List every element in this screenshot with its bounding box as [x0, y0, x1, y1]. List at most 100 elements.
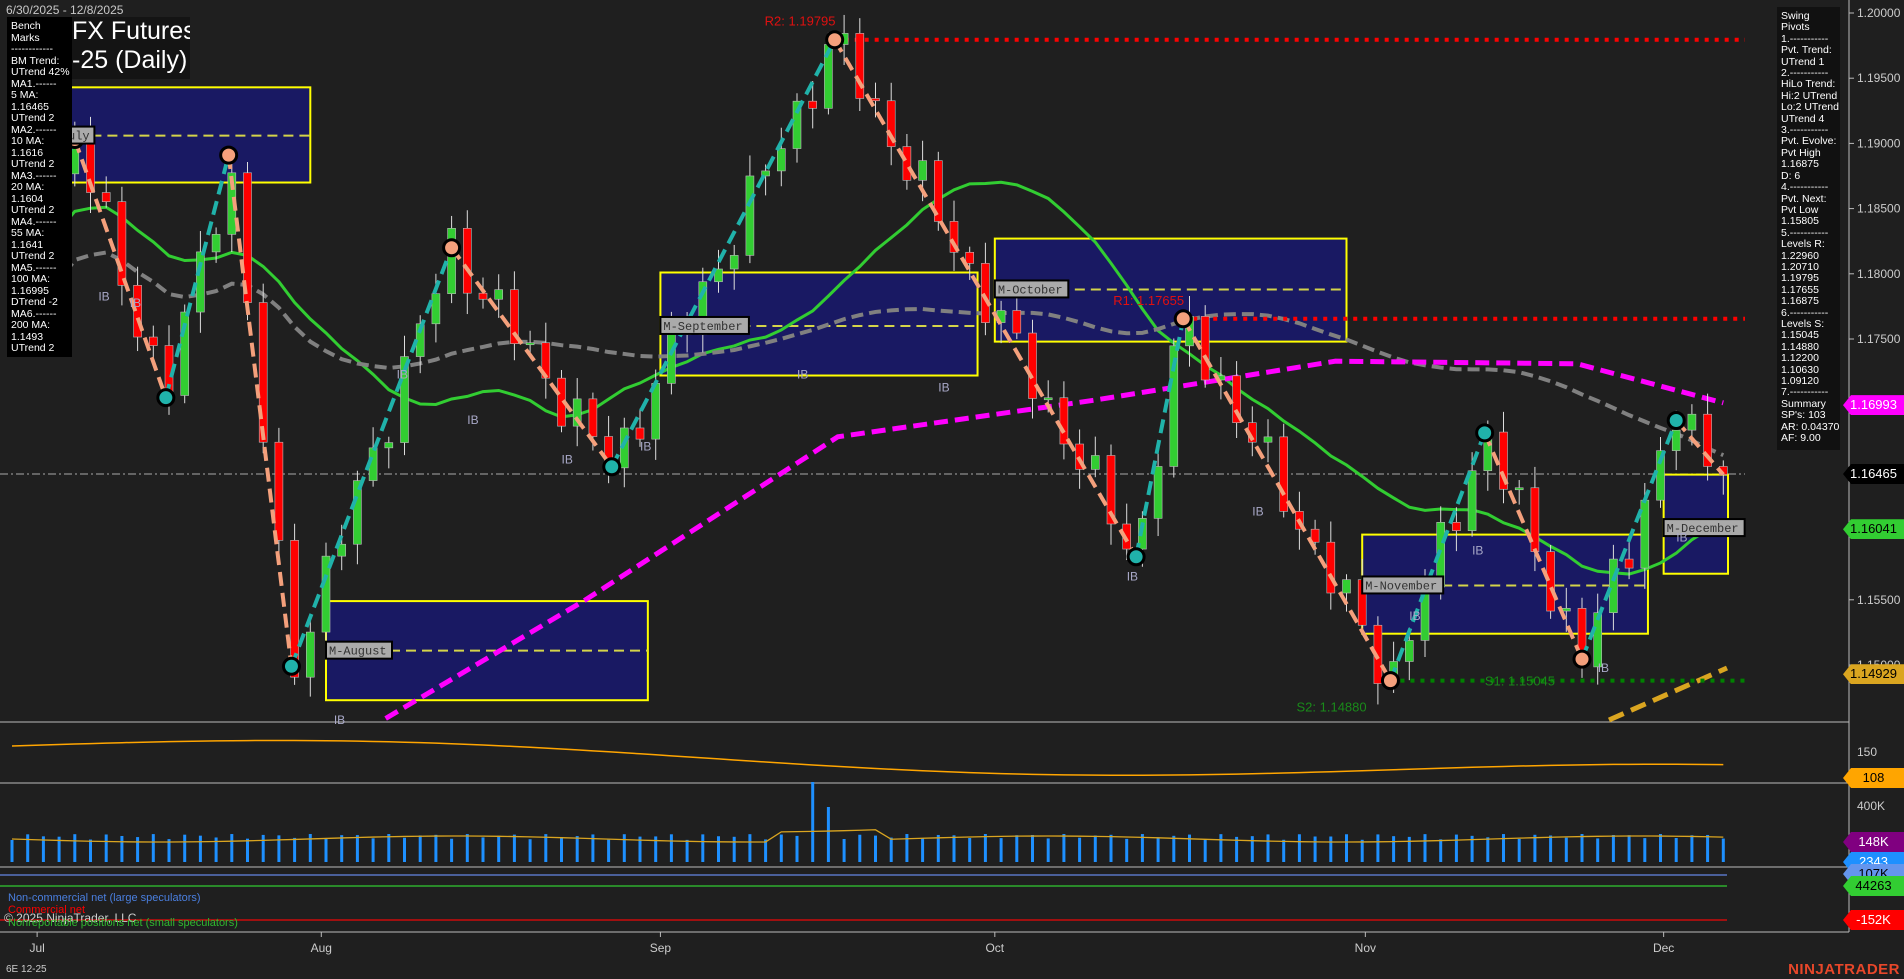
- swing-pivot-marker: [283, 658, 299, 674]
- date-range: 6/30/2025 - 12/8/2025: [6, 3, 123, 17]
- swing-pivot-marker: [444, 240, 460, 256]
- month-box-label: M-September: [660, 317, 749, 334]
- ib-label: IB: [397, 368, 408, 382]
- swing-pivot-marker: [1382, 673, 1398, 689]
- bench-marks-line: UTrend 2: [11, 343, 72, 355]
- x-tick-label: Dec: [1653, 941, 1674, 955]
- ib-label: IB: [1409, 609, 1420, 623]
- candle-body: [495, 290, 503, 300]
- candle-body: [1044, 398, 1052, 400]
- x-tick-label: Sep: [650, 941, 672, 955]
- ib-label: IB: [938, 381, 949, 395]
- svg-text:M-November: M-November: [1365, 579, 1437, 593]
- swing-pivot-marker: [1668, 413, 1684, 429]
- candle-body: [730, 255, 738, 269]
- swing-pivots-line: Pvt. Trend:: [1781, 45, 1840, 56]
- candle-body: [1594, 613, 1602, 667]
- ib-label: IB: [334, 713, 345, 727]
- candle-body: [1327, 542, 1335, 593]
- swing-pivots-line: 4.-----------: [1781, 182, 1840, 193]
- candle-body: [777, 149, 785, 171]
- candle-body: [919, 161, 927, 181]
- indicator-tag: 148K: [1843, 832, 1904, 852]
- bench-marks-line: 5 MA:: [11, 90, 72, 102]
- price-tag: 1.14929: [1843, 664, 1904, 684]
- ib-label: IB: [640, 439, 651, 453]
- candle-body: [903, 147, 911, 181]
- price-tag: 1.16041: [1843, 519, 1904, 539]
- candle-body: [746, 176, 754, 255]
- candle-body: [1264, 437, 1272, 442]
- candle-body: [1013, 310, 1021, 333]
- ninjatrader-logo: NINJATRADER: [1788, 961, 1900, 978]
- swing-pivots-line: 1.16875: [1781, 159, 1840, 170]
- swing-pivot-marker: [1175, 311, 1191, 327]
- swing-pivot-marker: [158, 390, 174, 406]
- candle-body: [448, 228, 456, 293]
- ma20-line: [12, 182, 1723, 574]
- swing-pivot-marker: [1574, 651, 1590, 667]
- bench-marks-line: 200 MA:: [11, 320, 72, 332]
- bench-marks-line: 10 MA:: [11, 136, 72, 148]
- candle-body: [432, 294, 440, 324]
- candle-body: [1154, 466, 1162, 518]
- ib-label: IB: [98, 289, 109, 303]
- ib-label: IB: [467, 413, 478, 427]
- candle-body: [667, 329, 675, 383]
- candle-body: [1688, 414, 1696, 430]
- candle-body: [1531, 488, 1539, 552]
- candle-body: [275, 442, 283, 540]
- chart-title: FX Futures -25 (Daily): [72, 17, 190, 79]
- candle-body: [102, 193, 110, 202]
- candle-body: [1609, 559, 1617, 613]
- svg-text:M-August: M-August: [329, 645, 387, 659]
- swing-pivot-marker: [827, 32, 843, 48]
- title-line-2: -25 (Daily): [72, 46, 190, 75]
- osc-tick-label: 150: [1857, 745, 1877, 759]
- x-tick-label: Oct: [985, 941, 1004, 955]
- bench-marks-line: 20 MA:: [11, 182, 72, 194]
- y-tick-label: 1.15500: [1857, 593, 1901, 607]
- trendline: [1609, 668, 1727, 720]
- candle-body: [856, 33, 864, 98]
- candle-body: [259, 303, 267, 443]
- swing-pivots-line: SP's: 103: [1781, 410, 1840, 421]
- y-tick-label: 1.18500: [1857, 202, 1901, 216]
- candle-body: [196, 252, 204, 312]
- candle-body: [1515, 488, 1523, 490]
- ib-label: IB: [1252, 504, 1263, 518]
- swing-pivots-panel: Swing Pivots1.-----------Pvt. Trend:UTre…: [1777, 7, 1840, 450]
- candle-body: [966, 252, 974, 263]
- price-tag: 1.16465: [1843, 464, 1904, 484]
- candle-body: [306, 632, 314, 677]
- swing-pivot-marker: [604, 459, 620, 475]
- candle-body: [479, 293, 487, 299]
- x-tick-label: Nov: [1355, 941, 1376, 955]
- level-label: S2: 1.14880: [1297, 700, 1367, 715]
- bench-marks-line: 55 MA:: [11, 228, 72, 240]
- volume-average: [12, 830, 1723, 842]
- ib-label: IB: [1598, 661, 1609, 675]
- candle-body: [1452, 522, 1460, 530]
- candle-body: [1547, 552, 1555, 611]
- swing-pivots-line: 1.16875: [1781, 296, 1840, 307]
- ib-label: IB: [1127, 570, 1138, 584]
- bench-marks-panel: Bench Marks------------BM Trend:UTrend 4…: [7, 17, 72, 357]
- zigzag-segment: [229, 155, 292, 666]
- svg-text:M-September: M-September: [663, 320, 742, 334]
- bench-marks-line: UTrend 2: [11, 251, 72, 263]
- candle-body: [1343, 580, 1351, 593]
- swing-pivot-marker: [221, 147, 237, 163]
- price-chart[interactable]: R2: 1.19795R1: 1.17655S1: 1.15045S2: 1.1…: [0, 0, 1904, 979]
- bench-marks-line: DTrend -2: [11, 297, 72, 309]
- lower-panes: 150400K: [0, 740, 1885, 920]
- y-tick-label: 1.19000: [1857, 136, 1901, 150]
- indicator-tag: 108: [1843, 768, 1904, 788]
- candle-body: [1060, 398, 1068, 444]
- month-box-label: M-November: [1362, 576, 1443, 593]
- candle-body: [872, 98, 880, 100]
- candle-body: [1468, 471, 1476, 531]
- ib-label: IB: [130, 296, 141, 310]
- candle-body: [149, 337, 157, 346]
- candle-body: [1625, 559, 1633, 568]
